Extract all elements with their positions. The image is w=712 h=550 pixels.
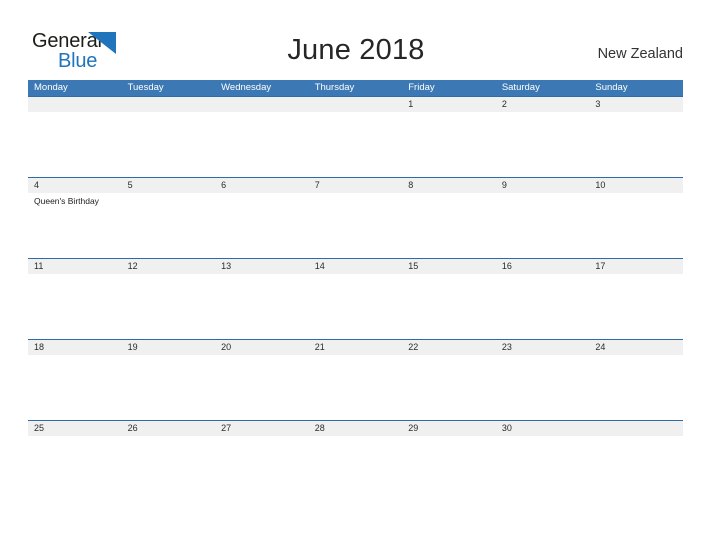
page-header: General Blue June 2018 New Zealand <box>0 0 712 80</box>
day-number[interactable]: 19 <box>122 340 216 355</box>
week-events-band <box>28 355 683 419</box>
day-number[interactable] <box>28 97 122 112</box>
calendar-week-row: 25 26 27 28 29 30 <box>28 420 683 501</box>
day-cell[interactable] <box>402 112 496 176</box>
day-cell[interactable] <box>215 193 309 257</box>
day-cell[interactable] <box>215 436 309 500</box>
day-number[interactable] <box>309 97 403 112</box>
day-cell[interactable] <box>496 112 590 176</box>
day-cell[interactable]: Queen's Birthday <box>28 193 122 257</box>
day-number[interactable]: 3 <box>589 97 683 112</box>
day-number[interactable]: 4 <box>28 178 122 193</box>
day-cell[interactable] <box>309 112 403 176</box>
day-cell[interactable] <box>215 355 309 419</box>
day-cell[interactable] <box>589 355 683 419</box>
day-number[interactable]: 25 <box>28 421 122 436</box>
day-cell[interactable] <box>122 436 216 500</box>
day-number[interactable]: 18 <box>28 340 122 355</box>
day-cell[interactable] <box>215 112 309 176</box>
weekday-header-sunday: Sunday <box>595 82 628 93</box>
weekday-header-thursday: Thursday <box>314 82 355 93</box>
weekday-header-friday: Friday <box>408 82 435 93</box>
day-cell[interactable] <box>402 436 496 500</box>
day-cell[interactable] <box>215 274 309 338</box>
day-number[interactable]: 2 <box>496 97 590 112</box>
day-cell[interactable] <box>122 274 216 338</box>
calendar-grid: Monday Tuesday Wednesday Thursday Friday… <box>28 80 683 501</box>
day-event-label: Queen's Birthday <box>34 196 99 206</box>
weekday-header-row: Monday Tuesday Wednesday Thursday Friday… <box>28 80 683 96</box>
day-number[interactable]: 27 <box>215 421 309 436</box>
day-cell[interactable] <box>402 193 496 257</box>
day-number[interactable]: 7 <box>309 178 403 193</box>
day-number[interactable]: 9 <box>496 178 590 193</box>
day-cell[interactable] <box>402 355 496 419</box>
week-events-band: Queen's Birthday <box>28 193 683 257</box>
day-cell[interactable] <box>589 112 683 176</box>
day-number[interactable]: 1 <box>402 97 496 112</box>
day-number[interactable]: 26 <box>122 421 216 436</box>
calendar-week-row: 11 12 13 14 15 16 17 <box>28 258 683 339</box>
day-number[interactable]: 10 <box>589 178 683 193</box>
day-number[interactable]: 16 <box>496 259 590 274</box>
day-cell[interactable] <box>496 193 590 257</box>
day-number[interactable]: 11 <box>28 259 122 274</box>
day-number[interactable]: 13 <box>215 259 309 274</box>
day-cell[interactable] <box>309 274 403 338</box>
day-cell[interactable] <box>309 436 403 500</box>
day-cell[interactable] <box>402 274 496 338</box>
day-cell[interactable] <box>122 355 216 419</box>
day-cell[interactable] <box>496 436 590 500</box>
week-date-band: 25 26 27 28 29 30 <box>28 420 683 436</box>
country-label: New Zealand <box>597 46 683 62</box>
day-cell[interactable] <box>496 274 590 338</box>
day-number[interactable]: 22 <box>402 340 496 355</box>
day-number[interactable]: 8 <box>402 178 496 193</box>
day-number[interactable]: 24 <box>589 340 683 355</box>
day-cell[interactable] <box>28 436 122 500</box>
week-date-band: 18 19 20 21 22 23 24 <box>28 339 683 355</box>
day-number[interactable]: 17 <box>589 259 683 274</box>
day-number[interactable]: 21 <box>309 340 403 355</box>
day-number[interactable]: 23 <box>496 340 590 355</box>
day-number[interactable]: 28 <box>309 421 403 436</box>
calendar-week-row: 4 5 6 7 8 9 10 Queen's Birthday <box>28 177 683 258</box>
day-number[interactable]: 14 <box>309 259 403 274</box>
weekday-header-monday: Monday <box>34 82 68 93</box>
week-events-band <box>28 274 683 338</box>
weekday-header-tuesday: Tuesday <box>127 82 164 93</box>
day-cell[interactable] <box>589 436 683 500</box>
day-cell[interactable] <box>122 112 216 176</box>
week-date-band: 4 5 6 7 8 9 10 <box>28 177 683 193</box>
calendar-week-row: 1 2 3 <box>28 96 683 177</box>
weekday-header-wednesday: Wednesday <box>221 82 272 93</box>
day-cell[interactable] <box>28 355 122 419</box>
week-events-band <box>28 112 683 176</box>
day-number[interactable]: 30 <box>496 421 590 436</box>
day-number[interactable] <box>589 421 683 436</box>
calendar-page: General Blue June 2018 New Zealand Monda… <box>0 0 712 550</box>
day-number[interactable]: 15 <box>402 259 496 274</box>
day-number[interactable]: 6 <box>215 178 309 193</box>
day-cell[interactable] <box>309 193 403 257</box>
day-cell[interactable] <box>28 112 122 176</box>
day-cell[interactable] <box>496 355 590 419</box>
day-cell[interactable] <box>122 193 216 257</box>
day-number[interactable]: 5 <box>122 178 216 193</box>
week-events-band <box>28 436 683 500</box>
day-number[interactable] <box>215 97 309 112</box>
day-number[interactable] <box>122 97 216 112</box>
weekday-header-saturday: Saturday <box>501 82 540 93</box>
day-cell[interactable] <box>28 274 122 338</box>
day-number[interactable]: 20 <box>215 340 309 355</box>
week-date-band: 11 12 13 14 15 16 17 <box>28 258 683 274</box>
day-cell[interactable] <box>309 355 403 419</box>
day-cell[interactable] <box>589 193 683 257</box>
calendar-week-row: 18 19 20 21 22 23 24 <box>28 339 683 420</box>
day-number[interactable]: 29 <box>402 421 496 436</box>
day-number[interactable]: 12 <box>122 259 216 274</box>
week-date-band: 1 2 3 <box>28 96 683 112</box>
day-cell[interactable] <box>589 274 683 338</box>
